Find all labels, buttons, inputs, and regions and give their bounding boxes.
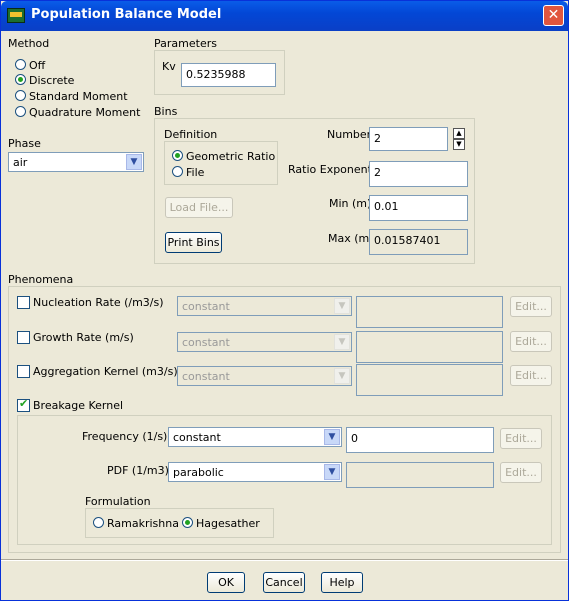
chevron-down-icon[interactable]: ▼ <box>334 334 350 350</box>
growth-edit-button[interactable]: Edit... <box>510 331 552 352</box>
kv-label: Kv <box>162 60 176 73</box>
chevron-down-icon[interactable]: ▼ <box>334 298 350 314</box>
radio-icon <box>93 517 104 528</box>
growth-value-field[interactable] <box>356 331 503 363</box>
formulation-option-ramakrishna[interactable]: Ramakrishna <box>93 517 179 530</box>
close-button[interactable]: ✕ <box>543 5 564 26</box>
radio-icon <box>172 166 183 177</box>
title-bar[interactable]: Population Balance Model ✕ <box>1 1 568 31</box>
radio-selected-icon <box>15 74 26 85</box>
method-option-label: Discrete <box>29 74 75 87</box>
breakage-checkbox[interactable]: ✔ <box>17 397 30 412</box>
chevron-down-icon[interactable]: ▼ <box>126 154 142 170</box>
radio-icon <box>15 59 26 70</box>
kv-input[interactable]: 0.5235988 <box>181 63 276 87</box>
number-label: Number <box>327 128 372 141</box>
formulation-label: Formulation <box>85 495 151 508</box>
checkmark-icon: ✔ <box>19 397 29 410</box>
nucleation-label: Nucleation Rate (/m3/s) <box>33 296 164 309</box>
nucleation-edit-button[interactable]: Edit... <box>510 296 552 317</box>
parameters-label: Parameters <box>154 37 217 50</box>
number-input[interactable]: 2 <box>369 127 448 151</box>
formulation-option-label: Hagesather <box>196 517 260 530</box>
radio-selected-icon <box>182 517 193 528</box>
max-label: Max (m) <box>328 232 374 245</box>
close-icon: ✕ <box>547 7 560 23</box>
phase-select[interactable]: air ▼ <box>8 152 144 172</box>
ok-button[interactable]: OK <box>207 572 245 593</box>
definition-option-label: File <box>186 166 205 179</box>
cancel-button[interactable]: Cancel <box>263 572 305 593</box>
load-file-button[interactable]: Load File... <box>165 197 233 218</box>
method-option-label: Quadrature Moment <box>29 106 141 119</box>
pdf-value-field[interactable] <box>346 462 494 488</box>
pdf-edit-button[interactable]: Edit... <box>500 462 542 483</box>
method-option-discrete[interactable]: Discrete <box>15 74 74 87</box>
growth-label: Growth Rate (m/s) <box>33 331 134 344</box>
growth-method-value: constant <box>182 336 230 349</box>
aggregation-checkbox[interactable] <box>17 365 30 378</box>
footer-divider <box>1 559 568 561</box>
phase-value: air <box>13 156 28 169</box>
print-bins-button[interactable]: Print Bins <box>165 232 222 253</box>
growth-checkbox[interactable] <box>17 331 30 344</box>
method-option-standard-moment[interactable]: Standard Moment <box>15 90 128 103</box>
frequency-method-value: constant <box>173 431 221 444</box>
help-button[interactable]: Help <box>321 572 363 593</box>
phase-label: Phase <box>8 137 41 150</box>
nucleation-method-value: constant <box>182 300 230 313</box>
nucleation-method-select[interactable]: constant ▼ <box>177 296 352 316</box>
method-option-quadrature-moment[interactable]: Quadrature Moment <box>15 106 140 119</box>
definition-option-file[interactable]: File <box>172 166 204 179</box>
phenomena-label: Phenomena <box>8 273 74 286</box>
nucleation-checkbox[interactable] <box>17 296 30 309</box>
radio-selected-icon <box>172 150 183 161</box>
chevron-down-icon[interactable]: ▼ <box>324 429 340 445</box>
spin-down-icon[interactable]: ▼ <box>453 139 465 150</box>
aggregation-edit-button[interactable]: Edit... <box>510 365 552 386</box>
method-label: Method <box>8 37 50 50</box>
window-title: Population Balance Model <box>31 7 222 22</box>
aggregation-method-select[interactable]: constant ▼ <box>177 366 352 386</box>
frequency-method-select[interactable]: constant ▼ <box>168 427 342 447</box>
definition-label: Definition <box>164 128 218 141</box>
definition-option-geometric-ratio[interactable]: Geometric Ratio <box>172 150 275 163</box>
nucleation-value-field[interactable] <box>356 296 503 328</box>
frequency-edit-button[interactable]: Edit... <box>500 428 542 449</box>
method-option-off[interactable]: Off <box>15 59 45 72</box>
method-option-label: Off <box>29 59 46 72</box>
app-icon <box>7 8 25 23</box>
chevron-down-icon[interactable]: ▼ <box>324 464 340 480</box>
growth-method-select[interactable]: constant ▼ <box>177 332 352 352</box>
aggregation-value-field[interactable] <box>356 364 503 396</box>
pdf-method-value: parabolic <box>173 466 224 479</box>
formulation-option-label: Ramakrishna <box>107 517 179 530</box>
bins-label: Bins <box>154 105 178 118</box>
radio-icon <box>15 106 26 117</box>
radio-icon <box>15 90 26 101</box>
aggregation-label: Aggregation Kernel (m3/s) <box>33 365 178 378</box>
population-balance-dialog: Population Balance Model ✕ Method Off Di… <box>0 0 569 601</box>
frequency-value-input[interactable]: 0 <box>346 427 494 453</box>
chevron-down-icon[interactable]: ▼ <box>334 368 350 384</box>
definition-option-label: Geometric Ratio <box>186 150 276 163</box>
formulation-option-hagesather[interactable]: Hagesather <box>182 517 260 530</box>
pdf-label: PDF (1/m3) <box>107 464 169 477</box>
breakage-label: Breakage Kernel <box>33 399 124 412</box>
min-input[interactable]: 0.01 <box>369 195 468 221</box>
ratio-exponent-input[interactable]: 2 <box>369 161 468 187</box>
frequency-label: Frequency (1/s) <box>82 430 168 443</box>
aggregation-method-value: constant <box>182 370 230 383</box>
max-readonly-field: 0.01587401 <box>369 229 468 255</box>
ratio-exponent-label: Ratio Exponent <box>288 163 372 176</box>
min-label: Min (m) <box>329 197 372 210</box>
method-option-label: Standard Moment <box>29 90 128 103</box>
spin-up-icon[interactable]: ▲ <box>453 128 465 139</box>
pdf-method-select[interactable]: parabolic ▼ <box>168 462 342 482</box>
